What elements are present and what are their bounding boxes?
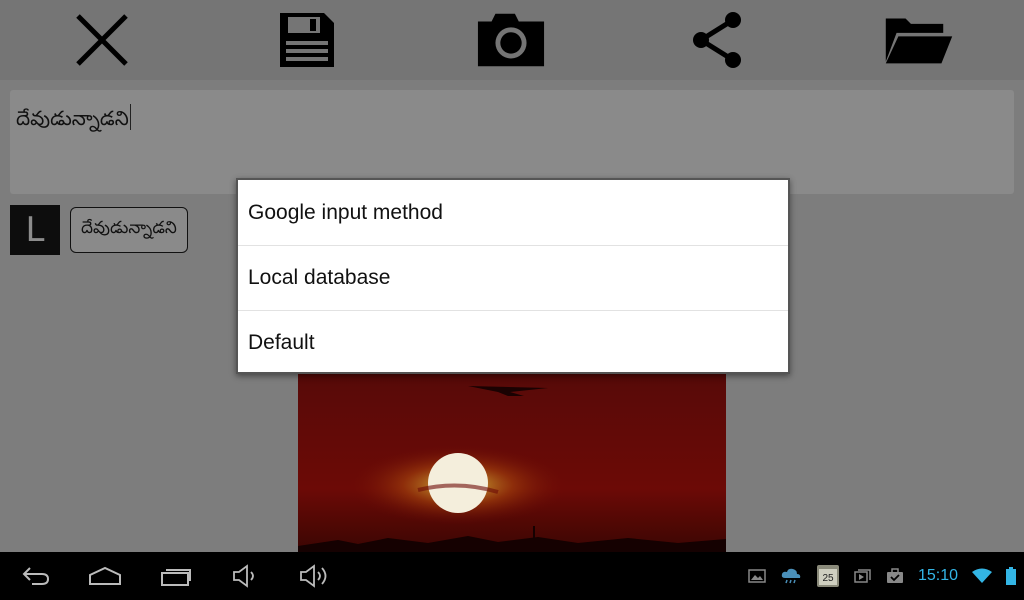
calendar-day: 25: [822, 573, 834, 584]
status-tray[interactable]: 25 15:10: [748, 552, 1016, 600]
clock: 15:10: [917, 567, 958, 584]
close-icon: [76, 14, 128, 66]
toolbar: [0, 0, 1024, 80]
open-folder-button[interactable]: [884, 6, 954, 74]
language-toggle-button[interactable]: L: [10, 205, 60, 255]
option-default[interactable]: Default: [238, 310, 788, 375]
wifi-icon: [972, 568, 992, 584]
text-caret: [129, 104, 131, 130]
folder-open-icon: [885, 18, 953, 64]
save-icon: [280, 13, 334, 67]
recent-apps-button[interactable]: [156, 552, 196, 600]
gallery-icon: [748, 568, 766, 584]
volume-up-button[interactable]: [296, 552, 332, 600]
volume-down-icon: [233, 564, 254, 588]
close-button[interactable]: [67, 6, 137, 74]
suggestion-chip[interactable]: దేవుడున్నాడని: [70, 207, 188, 253]
editor-text: దేవుడున్నాడని: [16, 106, 129, 130]
option-local-database[interactable]: Local database: [238, 245, 788, 310]
battery-icon: [1006, 567, 1016, 585]
home-button[interactable]: [84, 552, 126, 600]
system-bar: 25 15:10: [0, 552, 1024, 600]
camera-icon: [477, 13, 545, 67]
input-method-dialog: Google input method Local database Defau…: [236, 178, 790, 374]
briefcase-check-icon: [886, 568, 904, 584]
back-button[interactable]: [16, 552, 56, 600]
save-button[interactable]: [272, 6, 342, 74]
volume-up-icon: [300, 564, 327, 588]
home-icon: [89, 566, 121, 585]
option-google-input-method[interactable]: Google input method: [238, 180, 788, 245]
back-icon: [22, 567, 50, 585]
weather-icon: [780, 567, 802, 585]
recent-apps-icon: [161, 569, 191, 586]
volume-down-button[interactable]: [228, 552, 262, 600]
share-icon: [693, 12, 741, 68]
share-button[interactable]: [682, 6, 752, 74]
camera-button[interactable]: [476, 6, 546, 74]
media-icon: [854, 568, 872, 584]
calendar-icon: 25: [816, 564, 840, 588]
